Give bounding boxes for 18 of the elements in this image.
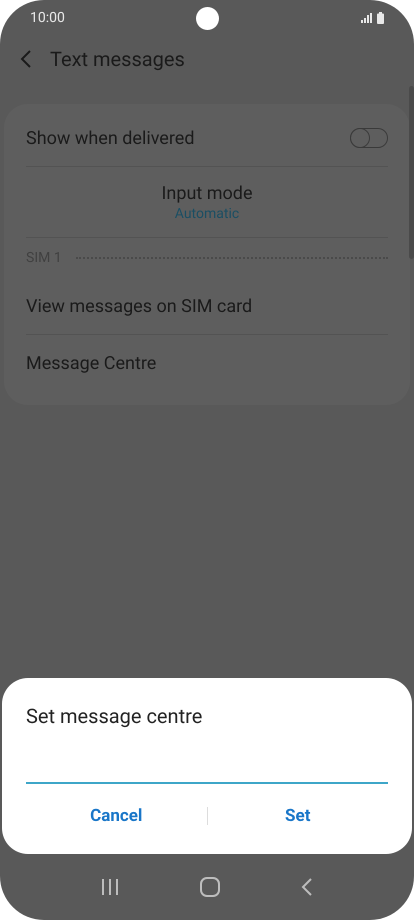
recent-apps-icon[interactable] [100,879,119,895]
status-time: 10:00 [30,10,65,26]
set-button[interactable]: Set [208,796,388,836]
cancel-button[interactable]: Cancel [26,796,206,836]
dialog-title: Set message centre [26,704,204,728]
setting-label[interactable]: View messages on SIM card [26,296,252,316]
toggle-switch[interactable] [350,128,388,148]
page-title: Text messages [50,47,185,71]
signal-icon [361,13,372,23]
home-icon[interactable] [200,877,220,897]
back-icon[interactable] [20,49,32,69]
setting-label[interactable]: Input mode [162,182,252,204]
back-icon[interactable] [301,878,314,896]
camera-cutout [196,7,219,30]
setting-value: Automatic [174,206,240,222]
setting-label[interactable]: Show when delivered [26,128,194,148]
setting-label[interactable]: Message Centre [26,352,156,374]
battery-icon [377,12,384,24]
